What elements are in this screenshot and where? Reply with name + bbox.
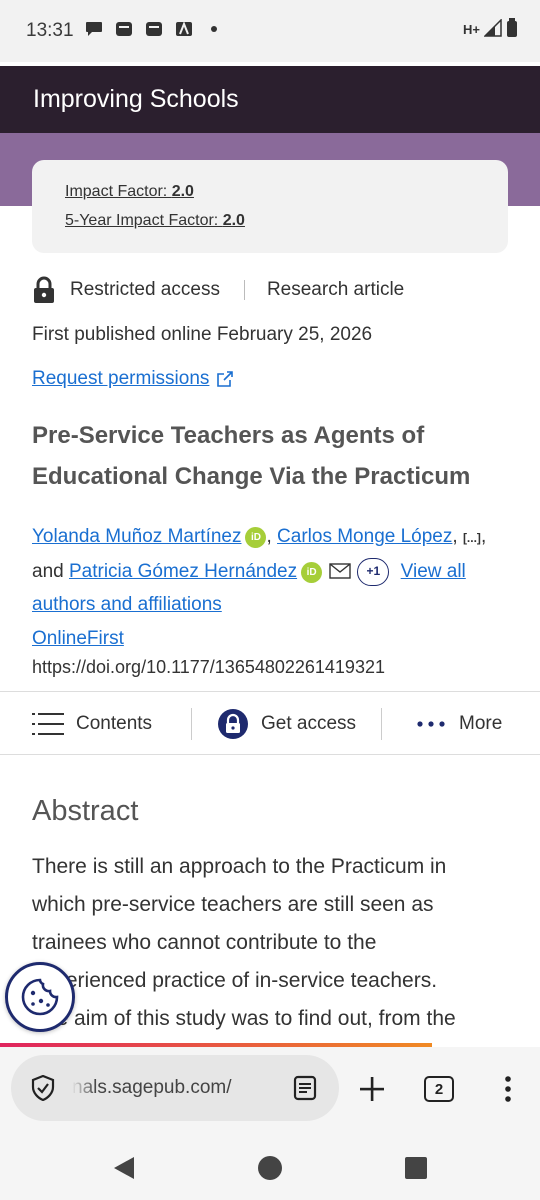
request-permissions-label: Request permissions — [32, 368, 210, 389]
contents-label: Contents — [76, 713, 153, 734]
five-year-value: 2.0 — [222, 212, 245, 229]
journal-header: Improving Schools — [0, 66, 540, 133]
author-link[interactable]: Carlos Monge López — [277, 526, 452, 547]
abstract-line: experienced practice of in-service teach… — [32, 969, 438, 992]
back-icon[interactable] — [112, 1155, 136, 1181]
more-button[interactable]: More — [417, 692, 502, 756]
battery-icon — [506, 18, 518, 41]
more-dots-icon — [417, 721, 445, 727]
journal-title[interactable]: Improving Schools — [33, 85, 239, 114]
impact-factor-label: Impact Factor: — [65, 183, 172, 200]
dot-icon — [204, 20, 224, 38]
impact-factor-value: 2.0 — [171, 183, 194, 200]
browser-menu-icon[interactable] — [504, 1075, 512, 1103]
notification-icons — [84, 20, 224, 38]
abstract-line: trainees who cannot contribute to the — [32, 931, 377, 954]
author-link[interactable]: Yolanda Muñoz Martínez — [32, 526, 241, 547]
get-access-button[interactable]: Get access — [217, 692, 356, 756]
tab-switcher-button[interactable]: 2 — [424, 1076, 454, 1102]
site-info-icon[interactable] — [31, 1075, 55, 1101]
author-link[interactable]: Patricia Gómez Hernández — [69, 561, 297, 582]
more-label: More — [459, 713, 503, 734]
article-meta-row: Restricted access Research article — [32, 275, 404, 305]
lock-circle-icon — [217, 708, 249, 740]
orcid-icon[interactable]: iD — [245, 527, 267, 548]
inbox-icon — [144, 20, 164, 38]
recents-icon[interactable] — [404, 1156, 428, 1180]
request-permissions-link[interactable]: Request permissions — [32, 368, 235, 390]
abstract-line: The aim of this study was to find out, f… — [32, 1007, 456, 1030]
url-text[interactable]: nals.sagepub.com/ — [72, 1077, 272, 1099]
authors-ellipsis[interactable]: [...] — [463, 531, 481, 545]
status-bar: 13:31 H+ — [0, 0, 540, 62]
impact-card: Impact Factor: 2.0 5-Year Impact Factor:… — [32, 160, 508, 253]
more-authors-badge[interactable]: +1 — [357, 557, 390, 586]
lock-icon — [32, 276, 56, 304]
cookie-icon — [20, 977, 60, 1017]
abstract-line: which pre-service teachers are still see… — [32, 893, 434, 916]
signal-icon — [483, 18, 502, 40]
network-type: H+ — [463, 22, 480, 37]
impact-factor[interactable]: Impact Factor: 2.0 — [65, 183, 194, 201]
access-status: Restricted access — [70, 279, 220, 300]
get-access-label: Get access — [261, 713, 357, 734]
action-divider — [191, 708, 192, 740]
and-text: and — [32, 561, 64, 582]
reader-mode-icon[interactable] — [293, 1075, 317, 1101]
inbox-icon — [114, 20, 134, 38]
author-list: Yolanda Muñoz Martínez iD, Carlos Monge L… — [32, 526, 487, 615]
home-icon[interactable] — [257, 1155, 283, 1181]
app-a-icon — [174, 20, 194, 38]
url-fade — [72, 1072, 96, 1104]
abstract-body: There is still an approach to the Practi… — [32, 848, 512, 1038]
contents-button[interactable]: Contents — [32, 692, 152, 756]
meta-divider — [243, 280, 245, 300]
online-first-link[interactable]: OnlineFirst — [32, 628, 124, 650]
doi-text[interactable]: https://doi.org/10.1177/1365480226141932… — [32, 657, 385, 678]
contents-icon — [32, 712, 64, 736]
chat-icon — [84, 20, 104, 38]
article-type: Research article — [266, 279, 405, 300]
publication-date: First published online February 25, 2026 — [32, 324, 373, 345]
mail-icon[interactable] — [329, 563, 352, 579]
system-nav-bar — [0, 1135, 540, 1200]
abstract-line: There is still an approach to the Practi… — [32, 855, 447, 878]
orcid-icon[interactable]: iD — [301, 562, 323, 583]
new-tab-icon[interactable] — [358, 1075, 386, 1103]
external-link-icon — [215, 369, 235, 389]
status-time: 13:31 — [26, 20, 74, 41]
article-title: Pre-Service Teachers as Agents of Educat… — [32, 422, 471, 490]
cookie-settings-button[interactable] — [5, 962, 75, 1032]
five-year-impact-factor[interactable]: 5-Year Impact Factor: 2.0 — [65, 212, 245, 230]
five-year-label: 5-Year Impact Factor: — [65, 212, 223, 229]
abstract-heading: Abstract — [32, 795, 139, 827]
status-right: H+ — [463, 18, 518, 41]
action-divider — [381, 708, 382, 740]
article-action-bar: Contents Get access More — [0, 691, 540, 755]
